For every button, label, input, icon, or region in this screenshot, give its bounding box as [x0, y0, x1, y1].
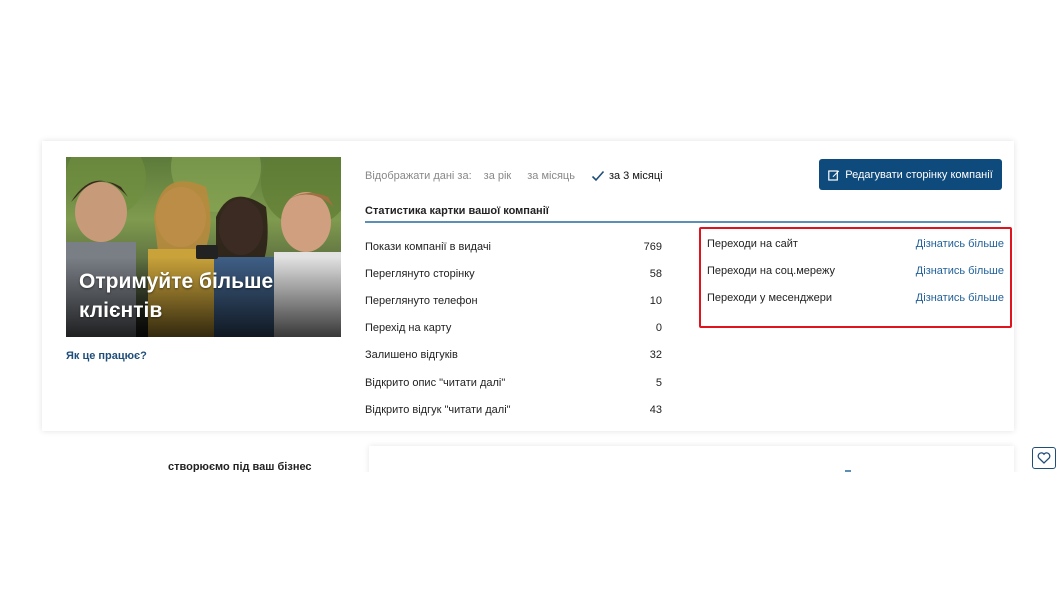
heart-icon	[1037, 452, 1051, 464]
stat-row: Переглянуто телефон 10	[365, 287, 662, 314]
stat-value: 0	[655, 322, 662, 335]
transition-row-social: Переходи на соц.мережу Дізнатись більше	[707, 265, 1004, 277]
stat-label: Покази компанії в видачі	[365, 240, 491, 253]
favorite-button[interactable]	[1032, 447, 1056, 469]
how-it-works-link[interactable]: Як це працює?	[66, 350, 147, 362]
learn-more-link[interactable]: Дізнатись більше	[916, 238, 1004, 250]
stats-list: Покази компанії в видачі 769 Переглянуто…	[365, 233, 662, 423]
period-filter-label: Відображати дані за:	[365, 170, 472, 182]
stat-value: 10	[649, 294, 662, 307]
transition-label: Переходи на соц.мережу	[707, 265, 836, 277]
period-option-3-months-label: за 3 місяці	[608, 170, 663, 182]
transitions-highlight-box: Переходи на сайт Дізнатись більше Перехо…	[699, 227, 1012, 328]
learn-more-link[interactable]: Дізнатись більше	[916, 265, 1004, 277]
promo-title: Отримуйте більше клієнтів	[79, 270, 274, 322]
edit-company-page-label: Редагувати сторінку компанії	[845, 168, 993, 181]
stat-label: Переглянуто телефон	[365, 294, 478, 307]
learn-more-link[interactable]: Дізнатись більше	[916, 292, 1004, 304]
stat-row: Переглянуто сторінку 58	[365, 260, 662, 287]
stat-value: 769	[643, 240, 662, 253]
stat-row: Покази компанії в видачі 769	[365, 233, 662, 260]
section-title: Статистика картки вашої компанії	[365, 205, 549, 217]
edit-icon	[828, 169, 840, 181]
stat-value: 32	[649, 349, 662, 362]
section-divider	[365, 221, 1001, 223]
check-icon	[591, 170, 605, 182]
transition-label: Переходи у месенджери	[707, 292, 832, 304]
transition-row-messengers: Переходи у месенджери Дізнатись більше	[707, 292, 1004, 304]
page-blank-area	[0, 472, 1064, 600]
stat-row: Відкрито опис "читати далі" 5	[365, 369, 662, 396]
company-stats-card: Отримуйте більше клієнтів Як це працює? …	[42, 141, 1014, 431]
stat-value: 58	[649, 267, 662, 280]
period-option-3-months[interactable]: за 3 місяці	[591, 169, 663, 183]
stat-label: Перехід на карту	[365, 322, 452, 335]
stat-value: 43	[649, 403, 662, 416]
stat-label: Переглянуто сторінку	[365, 267, 475, 280]
transition-label: Переходи на сайт	[707, 238, 798, 250]
period-option-year[interactable]: за рік	[484, 170, 512, 182]
period-option-month[interactable]: за місяць	[527, 170, 575, 182]
promo-banner[interactable]: Отримуйте більше клієнтів	[66, 157, 341, 337]
period-filter: Відображати дані за: за рік за місяць за…	[365, 169, 679, 183]
stat-label: Залишено відгуків	[365, 349, 458, 362]
transition-row-site: Переходи на сайт Дізнатись більше	[707, 238, 1004, 250]
stat-label: Відкрито відгук "читати далі"	[365, 403, 511, 416]
stat-row: Відкрито відгук "читати далі" 43	[365, 396, 662, 423]
stat-row: Залишено відгуків 32	[365, 342, 662, 369]
stat-row: Перехід на карту 0	[365, 315, 662, 342]
stat-label: Відкрито опис "читати далі"	[365, 376, 506, 389]
stat-value: 5	[655, 376, 662, 389]
edit-company-page-button[interactable]: Редагувати сторінку компанії	[819, 159, 1002, 190]
